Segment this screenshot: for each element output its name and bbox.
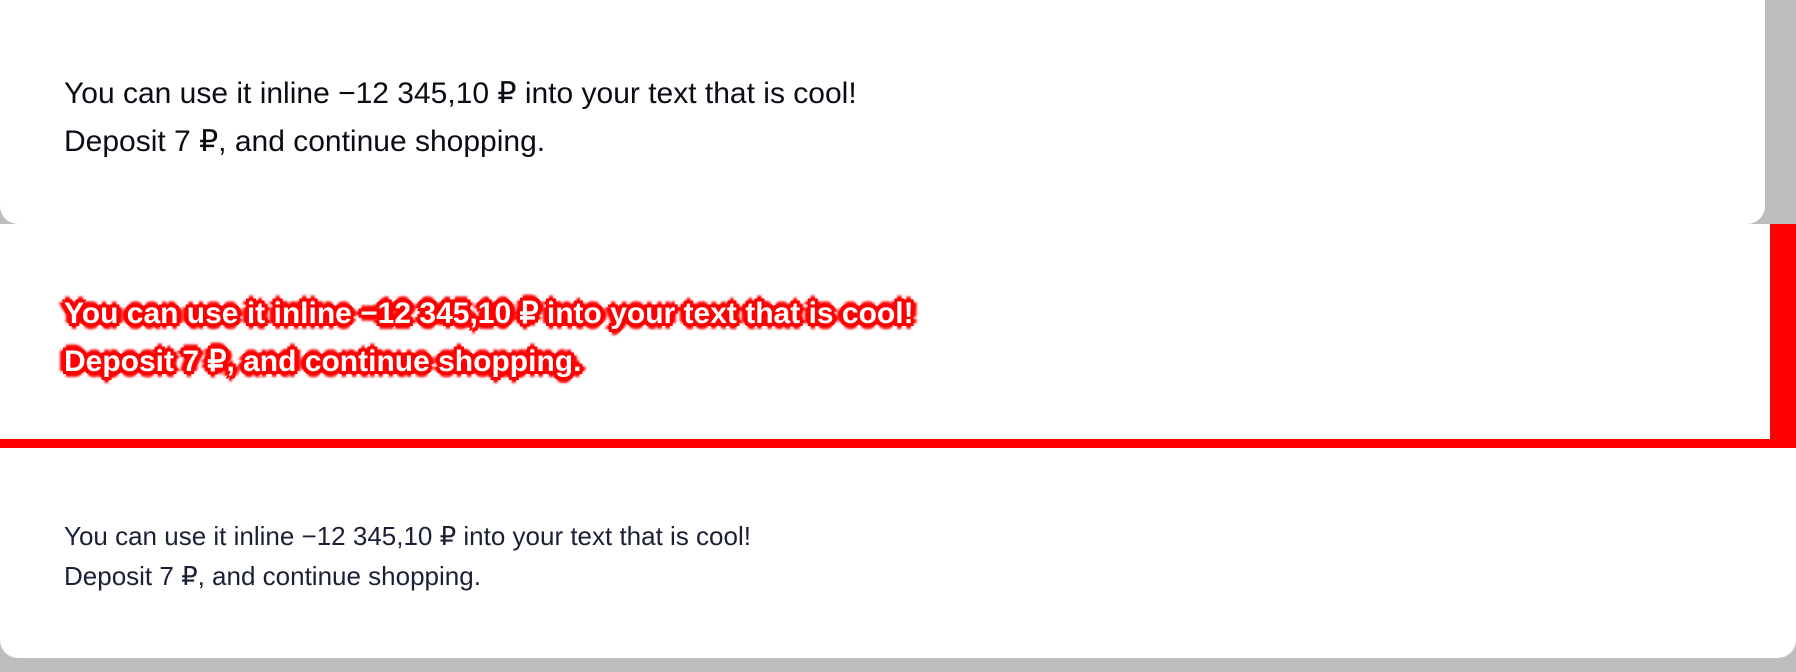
sample-line-inline-amount: You can use it inline −12 345,10 ₽ into …	[64, 521, 751, 551]
preview-stage: You can use it inline −12 345,10 ₽ into …	[0, 0, 1796, 672]
text-sample-panel-highlighted: You can use it inline −12 345,10 ₽ into …	[0, 224, 1796, 448]
text-sample-highlighted: You can use it inline −12 345,10 ₽ into …	[64, 290, 914, 386]
sample-line-inline-amount: You can use it inline −12 345,10 ₽ into …	[64, 297, 914, 330]
sample-line-deposit: Deposit 7 ₽, and continue shopping.	[64, 561, 481, 591]
sample-line-deposit: Deposit 7 ₽, and continue shopping.	[64, 125, 546, 158]
sample-line-inline-amount: You can use it inline −12 345,10 ₽ into …	[64, 77, 857, 110]
text-sample-panel-small: You can use it inline −12 345,10 ₽ into …	[0, 448, 1796, 658]
text-sample-panel-large: You can use it inline −12 345,10 ₽ into …	[0, 0, 1765, 224]
text-sample-small: You can use it inline −12 345,10 ₽ into …	[64, 516, 751, 596]
sample-line-deposit: Deposit 7 ₽, and continue shopping.	[64, 345, 582, 378]
text-sample-large: You can use it inline −12 345,10 ₽ into …	[64, 70, 857, 166]
